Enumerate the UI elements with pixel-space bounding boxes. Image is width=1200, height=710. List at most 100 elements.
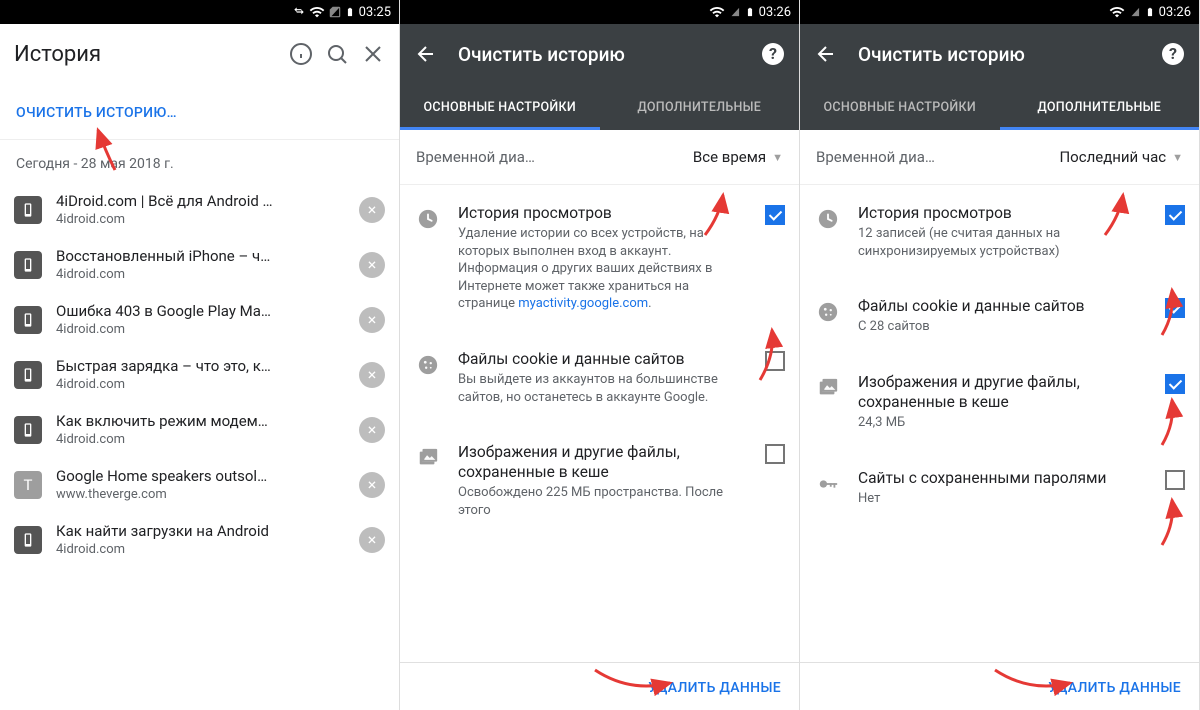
no-sim-icon [1128, 5, 1142, 19]
checkbox[interactable] [1165, 298, 1185, 318]
tab-basic[interactable]: ОСНОВНЫЕ НАСТРОЙКИ [400, 84, 600, 130]
help-icon[interactable]: ? [761, 42, 785, 66]
setting-text: Файлы cookie и данные сайтовС 28 сайтов [858, 296, 1149, 336]
app-bar: История [0, 24, 399, 84]
app-bar: Очистить историю ? [800, 24, 1199, 84]
history-title: 4iDroid.com | Всё для Android … [56, 192, 345, 210]
history-item[interactable]: Быстрая зарядка – что это, к…4idroid.com… [0, 347, 399, 402]
setting-text: История просмотровУдаление истории со вс… [458, 203, 749, 313]
remove-button[interactable]: × [359, 307, 385, 333]
setting-subtitle: Удаление истории со всех устройств, на к… [458, 225, 749, 313]
history-icon [814, 205, 842, 233]
history-item[interactable]: Восстановленный iPhone – ч…4idroid.com × [0, 237, 399, 292]
history-text: Как найти загрузки на Android 4idroid.com [56, 522, 345, 557]
status-bar: 03:26 [400, 0, 799, 24]
remove-button[interactable]: × [359, 527, 385, 553]
tab-advanced[interactable]: ДОПОЛНИТЕЛЬНЫЕ [600, 84, 800, 130]
page-title: Очистить историю [458, 43, 741, 66]
sync-icon [292, 5, 306, 19]
setting-title: Изображения и другие файлы, сохраненные … [458, 442, 749, 482]
help-icon[interactable]: ? [1161, 42, 1185, 66]
remove-button[interactable]: × [359, 417, 385, 443]
setting-item[interactable]: Файлы cookie и данные сайтовВы выйдете и… [400, 331, 799, 424]
link[interactable]: myactivity.google.com [518, 296, 648, 311]
time-range-row[interactable]: Временной диа… Все время ▼ [400, 130, 799, 185]
setting-item[interactable]: Файлы cookie и данные сайтовС 28 сайтов [800, 278, 1199, 354]
info-icon[interactable] [289, 42, 313, 66]
checkbox[interactable] [1165, 374, 1185, 394]
setting-subtitle: Освобождено 225 МБ пространства. После э… [458, 484, 749, 519]
history-item[interactable]: Ошибка 403 в Google Play Ma… 4idroid.com × [0, 292, 399, 347]
status-bar: 03:26 [800, 0, 1199, 24]
history-text: Восстановленный iPhone – ч…4idroid.com [56, 247, 345, 282]
history-domain: 4idroid.com [56, 322, 345, 337]
wifi-icon [709, 4, 725, 20]
setting-item[interactable]: История просмотров12 записей (не считая … [800, 185, 1199, 278]
favicon [14, 251, 42, 279]
history-text: Быстрая зарядка – что это, к…4idroid.com [56, 357, 345, 392]
setting-item[interactable]: Изображения и другие файлы, сохраненные … [800, 354, 1199, 450]
cookie-icon [814, 298, 842, 326]
settings-list: История просмотровУдаление истории со вс… [400, 185, 799, 662]
setting-text: Изображения и другие файлы, сохраненные … [458, 442, 749, 519]
time-range-value: Все время [693, 148, 766, 166]
delete-data-button[interactable]: УДАЛИТЬ ДАННЫЕ [1048, 680, 1181, 696]
setting-item[interactable]: История просмотровУдаление истории со вс… [400, 185, 799, 331]
history-item[interactable]: 4iDroid.com | Всё для Android …4idroid.c… [0, 182, 399, 237]
setting-subtitle: Нет [858, 490, 1149, 508]
page-title: Очистить историю [858, 43, 1141, 66]
checkbox[interactable] [765, 205, 785, 225]
status-time: 03:25 [359, 5, 391, 20]
setting-text: История просмотров12 записей (не считая … [858, 203, 1149, 260]
battery-icon [345, 4, 355, 20]
history-title: Ошибка 403 в Google Play Ma… [56, 302, 345, 320]
remove-button[interactable]: × [359, 252, 385, 278]
remove-button[interactable]: × [359, 197, 385, 223]
history-title: Как найти загрузки на Android [56, 522, 345, 540]
remove-button[interactable]: × [359, 362, 385, 388]
setting-item[interactable]: Сайты с сохраненными паролямиНет [800, 450, 1199, 526]
time-range-row[interactable]: Временной диа… Последний час ▼ [800, 130, 1199, 185]
status-time: 03:26 [1159, 5, 1191, 20]
time-range-value: Последний час [1059, 148, 1166, 166]
setting-subtitle: 12 записей (не считая данных на синхрони… [858, 225, 1149, 260]
wifi-icon [309, 4, 325, 20]
setting-subtitle: 24,3 МБ [858, 414, 1149, 432]
favicon [14, 361, 42, 389]
tab-advanced[interactable]: ДОПОЛНИТЕЛЬНЫЕ [1000, 84, 1200, 130]
favicon: T [14, 471, 42, 499]
history-title: Быстрая зарядка – что это, к… [56, 357, 345, 375]
tab-basic[interactable]: ОСНОВНЫЕ НАСТРОЙКИ [800, 84, 1000, 130]
search-icon[interactable] [325, 42, 349, 66]
no-sim-icon [728, 5, 742, 19]
favicon [14, 526, 42, 554]
status-bar: 03:25 [0, 0, 399, 24]
favicon [14, 416, 42, 444]
delete-data-button[interactable]: УДАЛИТЬ ДАННЫЕ [648, 680, 781, 696]
history-domain: 4idroid.com [56, 542, 345, 557]
checkbox[interactable] [1165, 205, 1185, 225]
history-item[interactable]: TGoogle Home speakers outsol…www.theverg… [0, 457, 399, 512]
setting-item[interactable]: Изображения и другие файлы, сохраненные … [400, 424, 799, 537]
history-item[interactable]: Как найти загрузки на Android 4idroid.com… [0, 512, 399, 567]
checkbox[interactable] [765, 444, 785, 464]
chevron-down-icon: ▼ [772, 151, 783, 164]
history-domain: 4idroid.com [56, 267, 345, 282]
back-icon[interactable] [814, 42, 838, 66]
clear-history-link[interactable]: ОЧИСТИТЬ ИСТОРИЮ… [16, 105, 177, 121]
favicon [14, 306, 42, 334]
battery-icon [1145, 4, 1155, 20]
setting-title: Изображения и другие файлы, сохраненные … [858, 372, 1149, 412]
back-icon[interactable] [414, 42, 438, 66]
chevron-down-icon: ▼ [1172, 151, 1183, 164]
setting-subtitle: Вы выйдете из аккаунтов на большинстве с… [458, 371, 749, 406]
image-icon [414, 444, 442, 472]
checkbox[interactable] [765, 351, 785, 371]
remove-button[interactable]: × [359, 472, 385, 498]
screen-clear-basic: 03:26 Очистить историю ? ОСНОВНЫЕ НАСТРО… [400, 0, 800, 710]
history-item[interactable]: Как включить режим модем…4idroid.com× [0, 402, 399, 457]
close-icon[interactable] [361, 42, 385, 66]
svg-text:?: ? [1169, 44, 1177, 63]
setting-title: Файлы cookie и данные сайтов [858, 296, 1149, 316]
checkbox[interactable] [1165, 470, 1185, 490]
